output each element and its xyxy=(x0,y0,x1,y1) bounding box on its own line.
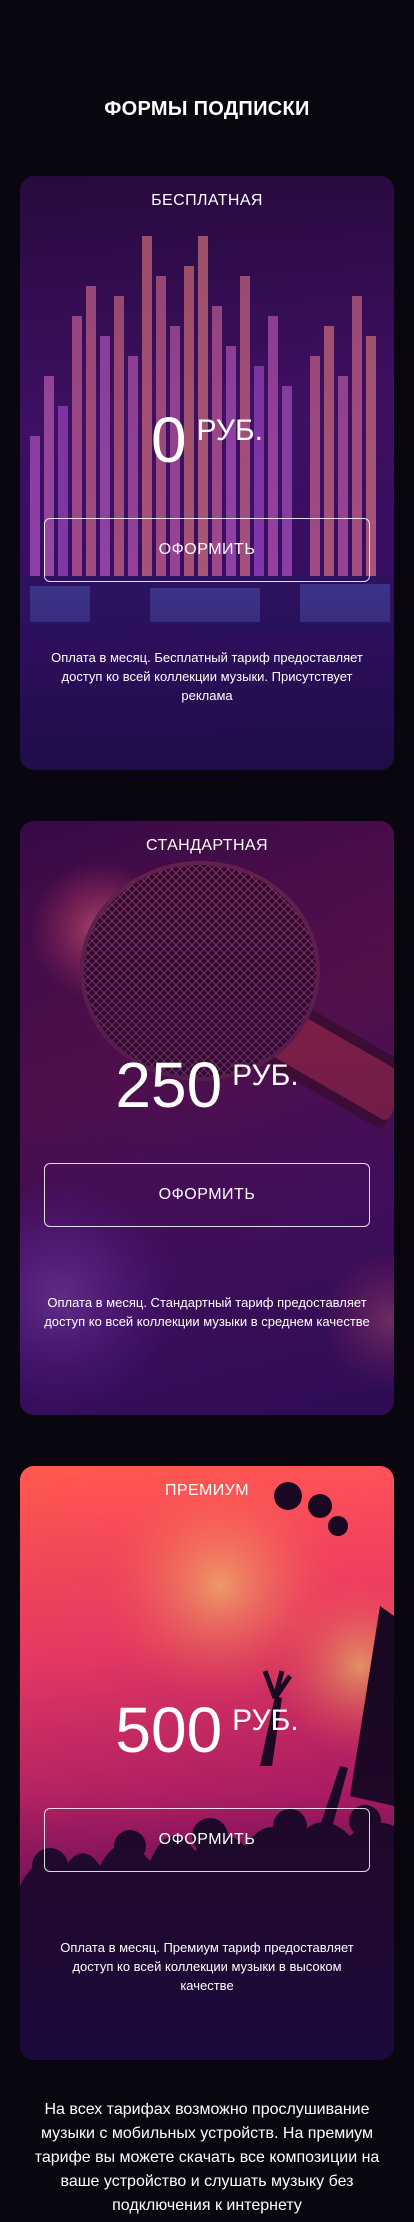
price-value: 250 xyxy=(115,1049,223,1121)
plan-description: Оплата в месяц. Премиум тариф предоставл… xyxy=(60,1940,354,1993)
plan-name: СТАНДАРТНАЯ xyxy=(146,837,268,854)
subscription-page: ФОРМЫ ПОДПИСКИ БЕСПЛАТНАЯ 0 РУБ. ОФОРМИТ… xyxy=(0,0,414,2222)
plan-price: 250 РУБ. xyxy=(20,1053,394,1117)
plan-price: 0 РУБ. xyxy=(20,408,394,472)
subscribe-button-standard[interactable]: ОФОРМИТЬ xyxy=(44,1163,370,1227)
price-currency: РУБ. xyxy=(196,414,264,447)
footer-note: На всех тарифах возможно прослушивание м… xyxy=(34,2101,380,2214)
subscribe-button-premium[interactable]: ОФОРМИТЬ xyxy=(44,1808,370,1872)
plan-card-free: БЕСПЛАТНАЯ 0 РУБ. ОФОРМИТЬ Оплата в меся… xyxy=(20,176,394,770)
plan-name: ПРЕМИУМ xyxy=(165,1482,249,1499)
plan-price: 500 РУБ. xyxy=(20,1698,394,1762)
page-title: ФОРМЫ ПОДПИСКИ xyxy=(104,98,310,120)
plan-card-premium: ПРЕМИУМ 500 РУБ. ОФОРМИТЬ Оплата в месяц… xyxy=(20,1466,394,2060)
price-value: 500 xyxy=(115,1694,223,1766)
price-value: 0 xyxy=(150,404,187,476)
price-currency: РУБ. xyxy=(232,1704,299,1737)
plan-card-standard: СТАНДАРТНАЯ 250 РУБ. ОФОРМИТЬ Оплата в м… xyxy=(20,821,394,1415)
subscribe-button-free[interactable]: ОФОРМИТЬ xyxy=(44,518,370,582)
plan-description: Оплата в месяц. Стандартный тариф предос… xyxy=(44,1295,370,1329)
price-currency: РУБ. xyxy=(232,1059,299,1092)
plan-name: БЕСПЛАТНАЯ xyxy=(151,192,263,209)
plan-description: Оплата в месяц. Бесплатный тариф предост… xyxy=(51,650,363,703)
